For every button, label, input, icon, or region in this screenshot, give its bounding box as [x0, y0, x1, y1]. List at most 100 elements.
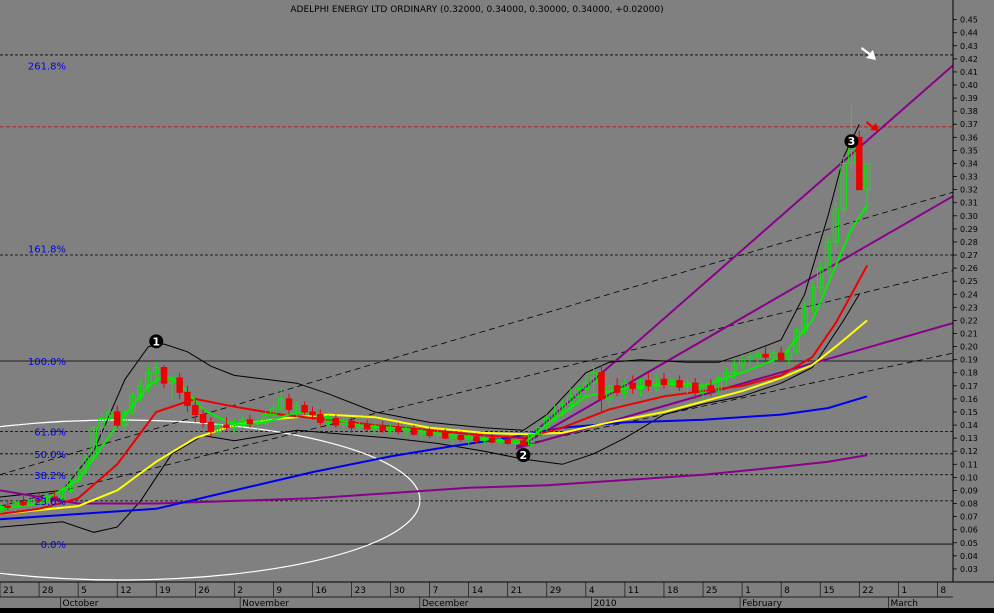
date-tick-label: 11 [628, 586, 639, 596]
price-tick-label: 0.13 [960, 434, 978, 443]
candle-body [426, 431, 433, 437]
price-tick-label: 0.22 [960, 316, 978, 325]
candle-body [4, 505, 12, 508]
candle-body [246, 419, 254, 425]
candle-body [395, 427, 402, 433]
price-tick-label: 0.08 [960, 500, 978, 509]
month-label: March [891, 599, 918, 608]
price-tick-label: 0.39 [960, 94, 978, 103]
fib-label: 161.8% [28, 244, 66, 255]
price-tick-label: 0.26 [960, 264, 978, 273]
candle-body [285, 398, 293, 410]
chart-window: 261.8% 161.8% 100.0% 61.8% 50.0% 38.2% 23.6% 0.… [0, 0, 994, 609]
price-tick-label: 0.20 [960, 343, 978, 352]
price-tick-label: 0.34 [960, 159, 978, 168]
candle-body [676, 380, 683, 388]
date-tick-label: 28 [42, 586, 54, 596]
price-tick-label: 0.41 [960, 68, 978, 77]
stock-chart: 261.8%161.8%100.0%61.8%50.0%38.2%23.6%0.… [0, 0, 994, 609]
fib-label: 50.0% [34, 450, 66, 461]
candle-body [332, 418, 340, 426]
candle-body [410, 428, 418, 435]
price-tick-label: 0.18 [960, 369, 978, 378]
date-tick-label: 26 [198, 586, 210, 596]
date-tick-label: 2 [237, 586, 243, 596]
candle-body [457, 435, 465, 440]
price-tick-label: 0.35 [960, 146, 978, 155]
candle-body [363, 424, 371, 430]
price-tick-label: 0.09 [960, 486, 978, 495]
price-tick-label: 0.30 [960, 212, 978, 221]
candle-body [488, 437, 496, 443]
date-tick-label: 8 [940, 586, 946, 596]
wave-label: 1 [152, 335, 160, 348]
candle-body [520, 440, 527, 446]
price-tick-label: 0.45 [960, 16, 978, 25]
price-tick-label: 0.07 [960, 513, 978, 522]
candle-body [192, 404, 199, 416]
candle-body [184, 391, 191, 406]
date-tick-label: 23 [355, 586, 366, 596]
candle-body [207, 421, 215, 433]
candle-body [317, 414, 324, 423]
price-tick-label: 0.17 [960, 382, 978, 391]
fib-label: 261.8% [28, 61, 66, 72]
candle-body [473, 436, 480, 442]
candle-body [598, 372, 605, 400]
date-tick-label: 7 [433, 586, 439, 596]
date-tick-label: 15 [823, 586, 834, 596]
candle-body [629, 382, 636, 389]
candle-body [707, 385, 715, 392]
date-tick-label: 22 [862, 586, 873, 596]
fib-label: 100.0% [28, 357, 66, 368]
candle-body [645, 380, 652, 387]
candle-body [691, 382, 699, 393]
month-label: November [242, 599, 289, 608]
price-tick-label: 0.06 [960, 526, 978, 535]
price-tick-label: 0.37 [960, 120, 978, 129]
month-label: February [742, 599, 783, 608]
price-tick-label: 0.03 [960, 565, 978, 574]
wave-label: 2 [520, 449, 528, 462]
candle-body [199, 414, 207, 423]
price-tick-label: 0.19 [960, 356, 978, 365]
date-tick-label: 21 [3, 586, 14, 596]
price-tick-label: 0.40 [960, 81, 978, 90]
date-tick-label: 25 [706, 586, 717, 596]
price-tick-label: 0.04 [960, 552, 978, 561]
date-tick-label: 16 [315, 586, 327, 596]
price-tick-label: 0.31 [960, 199, 978, 208]
date-tick-label: 21 [511, 586, 522, 596]
price-tick-label: 0.28 [960, 238, 978, 247]
date-tick-label: 5 [81, 586, 87, 596]
price-tick-label: 0.44 [960, 29, 978, 38]
date-tick-label: 9 [276, 586, 282, 596]
price-tick-label: 0.33 [960, 173, 978, 182]
candle-body [309, 411, 316, 416]
chart-title: ADELPHI ENERGY LTD ORDINARY (0.32000, 0.… [290, 5, 663, 15]
candle-body [613, 385, 621, 393]
candle-body [442, 432, 449, 439]
price-tick-label: 0.23 [960, 303, 978, 312]
price-tick-label: 0.14 [960, 421, 978, 430]
price-tick-label: 0.43 [960, 42, 978, 51]
chart-background [0, 0, 994, 608]
price-tick-label: 0.27 [960, 251, 978, 260]
candle-body [160, 367, 168, 384]
candle-body [113, 411, 121, 426]
month-label: 2010 [594, 599, 617, 608]
month-label: October [62, 599, 98, 608]
price-tick-label: 0.11 [960, 460, 978, 469]
date-tick-label: 29 [550, 586, 562, 596]
candle-body [301, 404, 308, 413]
price-tick-label: 0.05 [960, 539, 978, 548]
fib-label: 0.0% [41, 540, 66, 551]
date-tick-label: 18 [667, 586, 679, 596]
price-tick-label: 0.16 [960, 395, 978, 404]
date-tick-label: 1 [901, 586, 907, 596]
candle-body [223, 424, 230, 429]
candle-body [379, 425, 386, 431]
price-tick-label: 0.36 [960, 133, 978, 142]
candle-body [20, 501, 27, 506]
price-tick-label: 0.32 [960, 186, 978, 195]
